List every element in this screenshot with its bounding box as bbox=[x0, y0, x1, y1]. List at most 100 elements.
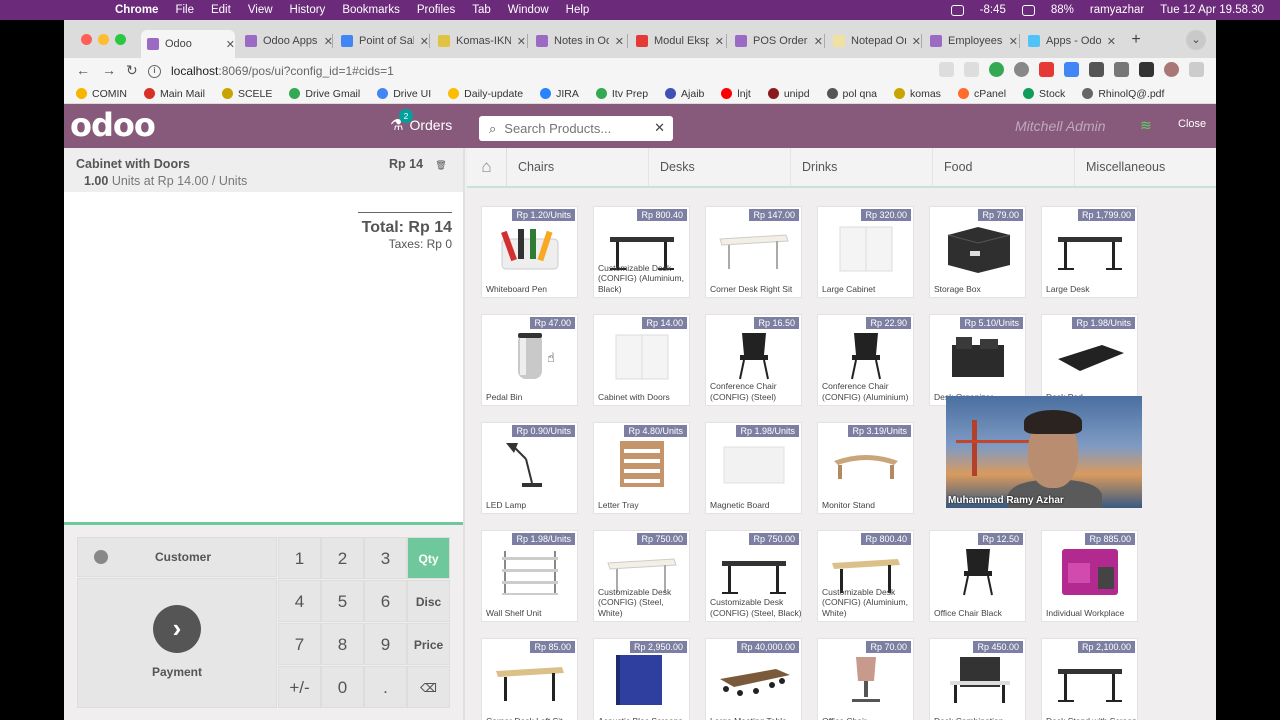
back-icon[interactable]: ← bbox=[76, 62, 90, 78]
menu-view[interactable]: View bbox=[248, 4, 273, 16]
bookmark-item[interactable]: Main Mail bbox=[144, 88, 205, 100]
product-card[interactable]: Rp 750.00 Customizable Desk (CONFIG) (Ste… bbox=[705, 530, 802, 622]
product-card[interactable]: Rp 320.00 Large Cabinet bbox=[817, 206, 914, 298]
menu-edit[interactable]: Edit bbox=[211, 4, 231, 16]
product-card[interactable]: Rp 47.00 Pedal Bin bbox=[481, 314, 578, 406]
category-drinks[interactable]: Drinks bbox=[791, 148, 933, 186]
qty-mode-button[interactable]: Qty bbox=[407, 537, 450, 579]
site-info-icon[interactable]: i bbox=[148, 64, 161, 78]
decimal-button[interactable]: . bbox=[364, 666, 407, 708]
product-card[interactable]: Rp 1.98/Units Wall Shelf Unit bbox=[481, 530, 578, 622]
product-card[interactable]: Rp 70.00 Office Chair bbox=[817, 638, 914, 720]
extension-translate-icon[interactable] bbox=[1064, 62, 1079, 77]
profile-avatar[interactable] bbox=[1164, 62, 1179, 77]
numpad-key-9[interactable]: 9 bbox=[364, 623, 407, 665]
menu-history[interactable]: History bbox=[290, 4, 326, 16]
product-card[interactable]: Rp 22.90 Conference Chair (CONFIG) (Alumi… bbox=[817, 314, 914, 406]
numpad-key-0[interactable]: 0 bbox=[321, 666, 364, 708]
clear-search-icon[interactable]: ✕ bbox=[654, 120, 665, 136]
product-card[interactable]: Rp 147.00 Corner Desk Right Sit bbox=[705, 206, 802, 298]
wifi-status-icon[interactable] bbox=[1021, 4, 1035, 16]
browser-tab[interactable]: POS Orders ✕ bbox=[729, 30, 823, 52]
tab-close-icon[interactable]: ✕ bbox=[615, 35, 624, 48]
tab-close-icon[interactable]: ✕ bbox=[517, 35, 526, 48]
bookmark-item[interactable]: SCELE bbox=[221, 88, 272, 100]
product-card[interactable]: Rp 79.00 Storage Box bbox=[929, 206, 1026, 298]
product-card[interactable]: Rp 40,000.00 Large Meeting Table bbox=[705, 638, 802, 720]
menu-bookmarks[interactable]: Bookmarks bbox=[342, 4, 400, 16]
bookmark-item[interactable]: Stock bbox=[1023, 88, 1065, 100]
close-window-icon[interactable] bbox=[81, 34, 92, 45]
product-card[interactable]: Rp 885.00 Individual Workplace bbox=[1041, 530, 1138, 622]
browser-tab[interactable]: Apps - Odoo ✕ bbox=[1022, 30, 1116, 52]
tab-close-icon[interactable]: ✕ bbox=[912, 35, 921, 48]
price-mode-button[interactable]: Price bbox=[407, 623, 450, 665]
tab-close-icon[interactable]: ✕ bbox=[1107, 35, 1116, 48]
product-card[interactable]: Rp 16.50 Conference Chair (CONFIG) (Steel… bbox=[705, 314, 802, 406]
category-miscellaneous[interactable]: Miscellaneous bbox=[1075, 148, 1216, 186]
tab-close-icon[interactable]: ✕ bbox=[715, 35, 724, 48]
numpad-key-8[interactable]: 8 bbox=[321, 623, 364, 665]
bookmark-item[interactable]: Drive UI bbox=[377, 88, 431, 100]
forward-icon[interactable]: → bbox=[102, 62, 116, 78]
menu-profiles[interactable]: Profiles bbox=[417, 4, 455, 16]
extension-icon[interactable] bbox=[1014, 62, 1029, 77]
menu-file[interactable]: File bbox=[175, 4, 194, 16]
product-card[interactable]: Rp 1.98/UnitsDesk Pad bbox=[1041, 314, 1138, 406]
browser-tab[interactable]: Point of Sale ✕ bbox=[335, 30, 429, 52]
reading-list-icon[interactable] bbox=[1114, 62, 1129, 77]
bookmark-item[interactable]: unipd bbox=[767, 88, 810, 100]
order-line-selected[interactable]: Cabinet with Doors Rp 14 🗑 1.00 Units at… bbox=[64, 148, 463, 192]
status-user[interactable]: ramyazhar bbox=[1090, 4, 1144, 16]
menu-tab[interactable]: Tab bbox=[472, 4, 491, 16]
product-card[interactable]: Rp 750.00 Customizable Desk (CONFIG) (Ste… bbox=[593, 530, 690, 622]
product-card[interactable]: Rp 1.20/Units Whiteboard Pen bbox=[481, 206, 578, 298]
bookmark-item[interactable]: lnjt bbox=[721, 88, 751, 100]
product-card[interactable]: Rp 1,799.00 Large Desk bbox=[1041, 206, 1138, 298]
product-card[interactable]: Rp 85.00 Corner Desk Left Sit bbox=[481, 638, 578, 720]
bookmark-item[interactable]: JIRA bbox=[540, 88, 579, 100]
browser-tab[interactable]: Modul Ekspor ✕ bbox=[630, 30, 724, 52]
bookmark-item[interactable]: COMIN bbox=[76, 88, 127, 100]
browser-tab[interactable]: Odoo Apps ✕ bbox=[239, 30, 333, 52]
product-card[interactable]: Rp 14.00 Cabinet with Doors bbox=[593, 314, 690, 406]
menu-app[interactable]: Chrome bbox=[115, 4, 158, 16]
bookmark-item[interactable]: Drive Gmail bbox=[289, 88, 360, 100]
product-card[interactable]: Rp 0.90/Units LED Lamp bbox=[481, 422, 578, 514]
share-icon[interactable] bbox=[939, 62, 954, 77]
product-card[interactable]: Rp 5.10/UnitsDesk Organizer bbox=[929, 314, 1026, 406]
numpad-key-5[interactable]: 5 bbox=[321, 580, 364, 622]
minimize-window-icon[interactable] bbox=[98, 34, 109, 45]
trash-icon[interactable]: 🗑 bbox=[432, 157, 450, 173]
numpad-key-7[interactable]: 7 bbox=[278, 623, 321, 665]
new-tab-button[interactable]: + bbox=[1126, 30, 1146, 50]
extension-grammarly-icon[interactable] bbox=[989, 62, 1004, 77]
browser-tab[interactable]: Komas-IKN ✕ bbox=[432, 30, 526, 52]
tab-close-icon[interactable]: ✕ bbox=[814, 35, 823, 48]
extensions-puzzle-icon[interactable] bbox=[1089, 62, 1104, 77]
menu-window[interactable]: Window bbox=[508, 4, 549, 16]
category-desks[interactable]: Desks bbox=[649, 148, 791, 186]
orders-button[interactable]: ⚗ 2 Orders bbox=[390, 109, 452, 134]
zoom-window-icon[interactable] bbox=[115, 34, 126, 45]
payment-button[interactable]: › Payment bbox=[77, 578, 277, 708]
sign-toggle-button[interactable]: +/- bbox=[278, 666, 321, 708]
tab-close-icon[interactable]: ✕ bbox=[1009, 35, 1018, 48]
cashier-name[interactable]: Mitchell Admin bbox=[1015, 118, 1106, 134]
browser-tab[interactable]: Notepad Online ✕ bbox=[827, 30, 921, 52]
numpad-key-4[interactable]: 4 bbox=[278, 580, 321, 622]
product-card[interactable]: Rp 450.00 Desk Combination bbox=[929, 638, 1026, 720]
category-food[interactable]: Food bbox=[933, 148, 1075, 186]
product-search[interactable]: ⌕ ✕ bbox=[479, 116, 673, 141]
browser-tab[interactable]: Odoo ✕ bbox=[141, 30, 235, 58]
product-card[interactable]: Rp 3.19/Units Monitor Stand bbox=[817, 422, 914, 514]
chrome-menu-icon[interactable] bbox=[1189, 62, 1204, 77]
browser-tab[interactable]: Employees ✕ bbox=[924, 30, 1018, 52]
bookmark-item[interactable]: Itv Prep bbox=[595, 88, 648, 100]
numpad-key-3[interactable]: 3 bbox=[364, 537, 407, 579]
side-panel-icon[interactable] bbox=[1139, 62, 1154, 77]
home-category-icon[interactable]: ⌂ bbox=[467, 148, 507, 186]
product-card[interactable]: Rp 800.40 Customizable Desk (CONFIG) (Alu… bbox=[817, 530, 914, 622]
tab-close-icon[interactable]: ✕ bbox=[226, 38, 235, 51]
extension-red-icon[interactable] bbox=[1039, 62, 1054, 77]
